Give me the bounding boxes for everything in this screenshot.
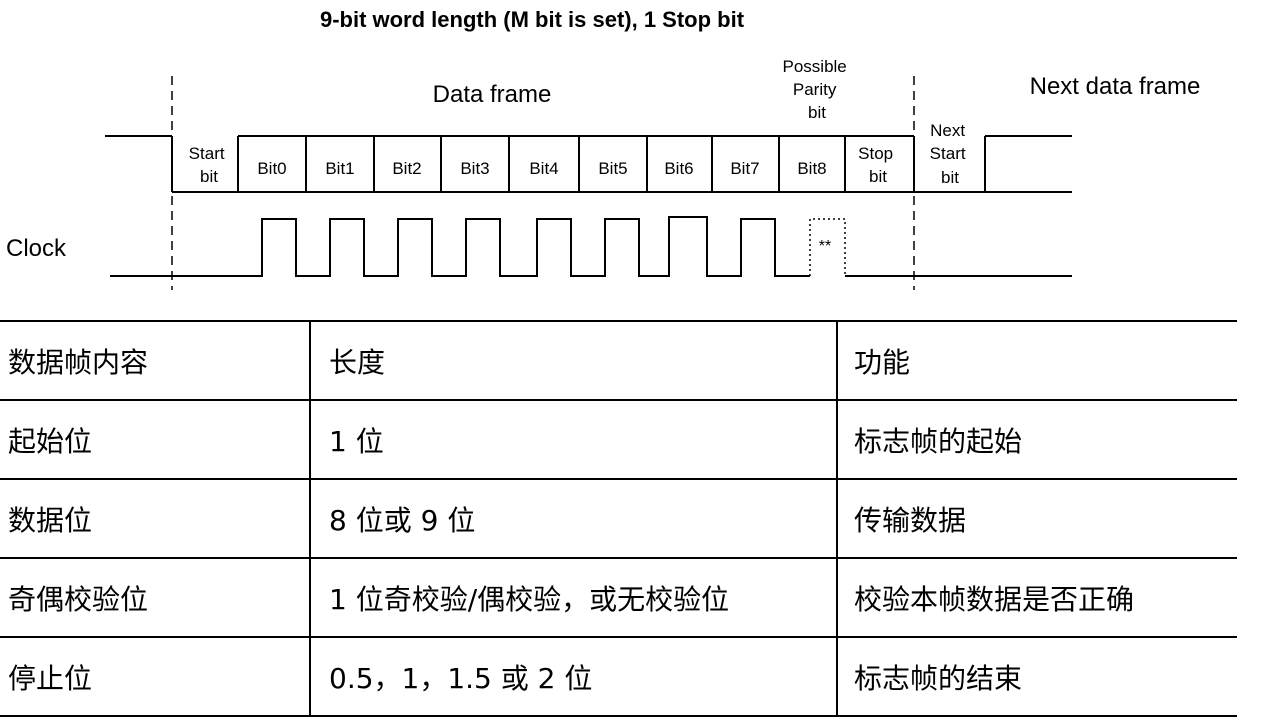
header-function: 功能 bbox=[836, 320, 1237, 401]
data-waveform bbox=[105, 135, 1072, 193]
row-content: 奇偶校验位 bbox=[0, 557, 310, 638]
bit6-label: Bit6 bbox=[664, 159, 693, 178]
header-length: 长度 bbox=[309, 320, 837, 401]
table-row: 数据位 8 位或 9 位 传输数据 bbox=[0, 478, 1237, 559]
bit7-label: Bit7 bbox=[730, 159, 759, 178]
row-length: 0.5，1，1.5 或 2 位 bbox=[309, 636, 837, 717]
bit1-label: Bit1 bbox=[325, 159, 354, 178]
row-function: 标志帧的结束 bbox=[836, 636, 1237, 717]
row-content: 数据位 bbox=[0, 478, 310, 559]
table-row: 起始位 1 位 标志帧的起始 bbox=[0, 399, 1237, 480]
start-bit-label: Start bit bbox=[189, 144, 230, 186]
frame-content-table: 数据帧内容 长度 功能 起始位 1 位 标志帧的起始 数据位 8 位或 9 位 … bbox=[0, 320, 1237, 717]
parity-label: Possible Parity bit bbox=[783, 57, 852, 122]
row-length: 1 位奇校验/偶校验，或无校验位 bbox=[309, 557, 837, 638]
bit2-label: Bit2 bbox=[392, 159, 421, 178]
diagram-title: 9-bit word length (M bit is set), 1 Stop… bbox=[320, 7, 745, 32]
row-content: 停止位 bbox=[0, 636, 310, 717]
bit5-label: Bit5 bbox=[598, 159, 627, 178]
row-function: 传输数据 bbox=[836, 478, 1237, 559]
bit8-label: Bit8 bbox=[797, 159, 826, 178]
data-frame-label: Data frame bbox=[433, 81, 552, 108]
row-function: 标志帧的起始 bbox=[836, 399, 1237, 480]
next-data-frame-label: Next data frame bbox=[1030, 73, 1201, 100]
clock-waveform bbox=[110, 216, 810, 277]
row-content: 起始位 bbox=[0, 399, 310, 480]
clock-marker: ** bbox=[819, 238, 831, 255]
timing-diagram: 9-bit word length (M bit is set), 1 Stop… bbox=[6, 7, 1201, 290]
stop-bit-label: Stop bit bbox=[858, 144, 898, 186]
header-content: 数据帧内容 bbox=[0, 320, 310, 401]
row-length: 8 位或 9 位 bbox=[309, 478, 837, 559]
bit3-label: Bit3 bbox=[460, 159, 489, 178]
bit0-label: Bit0 bbox=[257, 159, 286, 178]
row-length: 1 位 bbox=[309, 399, 837, 480]
row-function: 校验本帧数据是否正确 bbox=[836, 557, 1237, 638]
table-row: 停止位 0.5，1，1.5 或 2 位 标志帧的结束 bbox=[0, 636, 1237, 717]
clock-label: Clock bbox=[6, 235, 67, 262]
table-row: 奇偶校验位 1 位奇校验/偶校验，或无校验位 校验本帧数据是否正确 bbox=[0, 557, 1237, 638]
next-start-bit-label: Next Start bit bbox=[930, 121, 971, 187]
table-header-row: 数据帧内容 长度 功能 bbox=[0, 320, 1237, 401]
bit4-label: Bit4 bbox=[529, 159, 558, 178]
